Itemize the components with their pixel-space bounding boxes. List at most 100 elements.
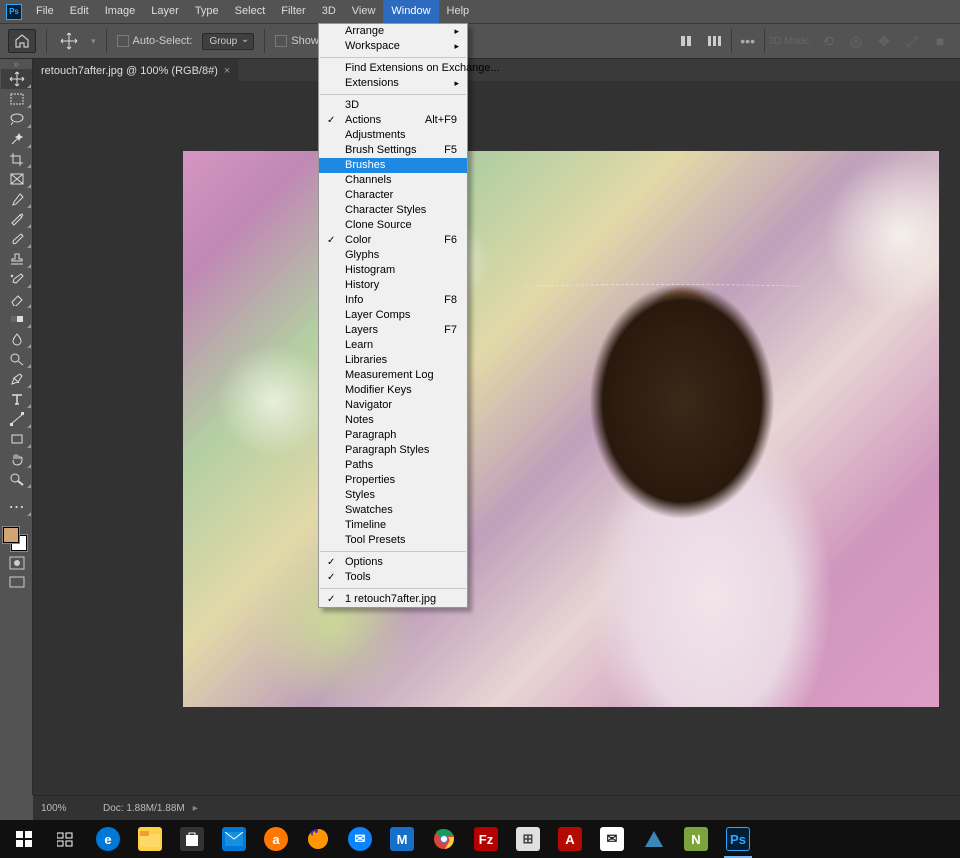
menu-edit[interactable]: Edit	[62, 0, 97, 23]
menu-item-paths[interactable]: Paths	[319, 458, 467, 473]
taskbar-malwarebytes[interactable]: M	[382, 820, 422, 858]
taskbar-photoshop[interactable]: Ps	[718, 820, 758, 858]
taskbar-store[interactable]	[172, 820, 212, 858]
menu-item-timeline[interactable]: Timeline	[319, 518, 467, 533]
tool-move[interactable]	[1, 69, 32, 89]
menu-item-glyphs[interactable]: Glyphs	[319, 248, 467, 263]
menu-item-1-retouch7after-jpg[interactable]: ✓1 retouch7after.jpg	[319, 592, 467, 607]
taskbar-avast[interactable]: a	[256, 820, 296, 858]
menu-image[interactable]: Image	[97, 0, 144, 23]
screen-mode-icon[interactable]	[1, 573, 32, 593]
menu-select[interactable]: Select	[227, 0, 274, 23]
menu-item-info[interactable]: InfoF8	[319, 293, 467, 308]
tool-eraser[interactable]	[1, 289, 32, 309]
taskbar-thunderbird[interactable]: ✉	[340, 820, 380, 858]
more-icon[interactable]: •••	[736, 29, 760, 53]
tool-wand[interactable]	[1, 129, 32, 149]
document-tab[interactable]: retouch7after.jpg @ 100% (RGB/8#) ×	[33, 59, 238, 81]
status-menu-icon[interactable]: ▸	[193, 803, 198, 814]
tool-brush[interactable]	[1, 229, 32, 249]
tool-patch[interactable]	[1, 209, 32, 229]
tool-history-brush[interactable]	[1, 269, 32, 289]
tool-shape[interactable]	[1, 429, 32, 449]
taskbar-apps[interactable]: ⊞	[508, 820, 548, 858]
taskbar-firefox[interactable]	[298, 820, 338, 858]
menu-item-swatches[interactable]: Swatches	[319, 503, 467, 518]
quick-mask-icon[interactable]	[1, 553, 32, 573]
taskbar-edge[interactable]: e	[88, 820, 128, 858]
taskbar-tasks[interactable]	[46, 820, 86, 858]
menu-item-measurement-log[interactable]: Measurement Log	[319, 368, 467, 383]
menu-item-properties[interactable]: Properties	[319, 473, 467, 488]
menu-item-options[interactable]: ✓Options	[319, 555, 467, 570]
distribute-icon[interactable]	[703, 29, 727, 53]
menu-item-clone-source[interactable]: Clone Source	[319, 218, 467, 233]
taskbar-onenote[interactable]: N	[676, 820, 716, 858]
taskbar-outlook[interactable]: ✉	[592, 820, 632, 858]
auto-select-checkbox[interactable]: Auto-Select:	[117, 35, 193, 47]
menu-item-arrange[interactable]: Arrange	[319, 24, 467, 39]
tool-gradient[interactable]	[1, 309, 32, 329]
menu-item-actions[interactable]: ✓ActionsAlt+F9	[319, 113, 467, 128]
taskbar-filezilla[interactable]: Fz	[466, 820, 506, 858]
edit-toolbar[interactable]: ⋯	[1, 497, 32, 517]
menu-item-modifier-keys[interactable]: Modifier Keys	[319, 383, 467, 398]
menu-item-paragraph-styles[interactable]: Paragraph Styles	[319, 443, 467, 458]
menu-type[interactable]: Type	[187, 0, 227, 23]
menu-item-3d[interactable]: 3D	[319, 98, 467, 113]
home-button[interactable]	[8, 29, 36, 53]
menu-item-learn[interactable]: Learn	[319, 338, 467, 353]
auto-select-dropdown[interactable]: Group	[202, 33, 254, 50]
canvas[interactable]	[183, 151, 939, 707]
menu-item-layers[interactable]: LayersF7	[319, 323, 467, 338]
toolbar-grip[interactable]: »	[0, 59, 32, 69]
close-icon[interactable]: ×	[224, 65, 230, 77]
menu-item-paragraph[interactable]: Paragraph	[319, 428, 467, 443]
menu-view[interactable]: View	[344, 0, 384, 23]
taskbar-start[interactable]	[4, 820, 44, 858]
zoom-level[interactable]: 100%	[41, 803, 85, 814]
tool-pen[interactable]	[1, 369, 32, 389]
color-swatches[interactable]	[0, 525, 31, 553]
tool-eyedrop[interactable]	[1, 189, 32, 209]
menu-item-layer-comps[interactable]: Layer Comps	[319, 308, 467, 323]
tool-zoom[interactable]	[1, 469, 32, 489]
foreground-swatch[interactable]	[3, 527, 19, 543]
menu-item-notes[interactable]: Notes	[319, 413, 467, 428]
menu-item-character-styles[interactable]: Character Styles	[319, 203, 467, 218]
menu-item-brushes[interactable]: Brushes	[319, 158, 467, 173]
menu-item-channels[interactable]: Channels	[319, 173, 467, 188]
tool-hand[interactable]	[1, 449, 32, 469]
menu-item-tool-presets[interactable]: Tool Presets	[319, 533, 467, 548]
menu-item-extensions[interactable]: Extensions	[319, 76, 467, 91]
tool-blur[interactable]	[1, 329, 32, 349]
taskbar-acrobat[interactable]: A	[550, 820, 590, 858]
tool-frame[interactable]	[1, 169, 32, 189]
menu-item-color[interactable]: ✓ColorF6	[319, 233, 467, 248]
taskbar-mail[interactable]	[214, 820, 254, 858]
menu-item-styles[interactable]: Styles	[319, 488, 467, 503]
menu-window[interactable]: Window	[383, 0, 438, 23]
taskbar-zotero[interactable]	[634, 820, 674, 858]
menu-item-character[interactable]: Character	[319, 188, 467, 203]
menu-help[interactable]: Help	[439, 0, 478, 23]
tool-stamp[interactable]	[1, 249, 32, 269]
tool-lasso[interactable]	[1, 109, 32, 129]
tool-type[interactable]	[1, 389, 32, 409]
tool-marquee[interactable]	[1, 89, 32, 109]
taskbar-chrome[interactable]	[424, 820, 464, 858]
menu-file[interactable]: File	[28, 0, 62, 23]
tool-dodge[interactable]	[1, 349, 32, 369]
menu-3d[interactable]: 3D	[314, 0, 344, 23]
menu-layer[interactable]: Layer	[143, 0, 187, 23]
menu-item-find-extensions-on-exchange-[interactable]: Find Extensions on Exchange...	[319, 61, 467, 76]
tool-crop[interactable]	[1, 149, 32, 169]
taskbar-explorer[interactable]	[130, 820, 170, 858]
menu-item-libraries[interactable]: Libraries	[319, 353, 467, 368]
menu-item-brush-settings[interactable]: Brush SettingsF5	[319, 143, 467, 158]
menu-filter[interactable]: Filter	[273, 0, 313, 23]
menu-item-histogram[interactable]: Histogram	[319, 263, 467, 278]
align-icon[interactable]	[675, 29, 699, 53]
tool-path[interactable]	[1, 409, 32, 429]
menu-item-adjustments[interactable]: Adjustments	[319, 128, 467, 143]
